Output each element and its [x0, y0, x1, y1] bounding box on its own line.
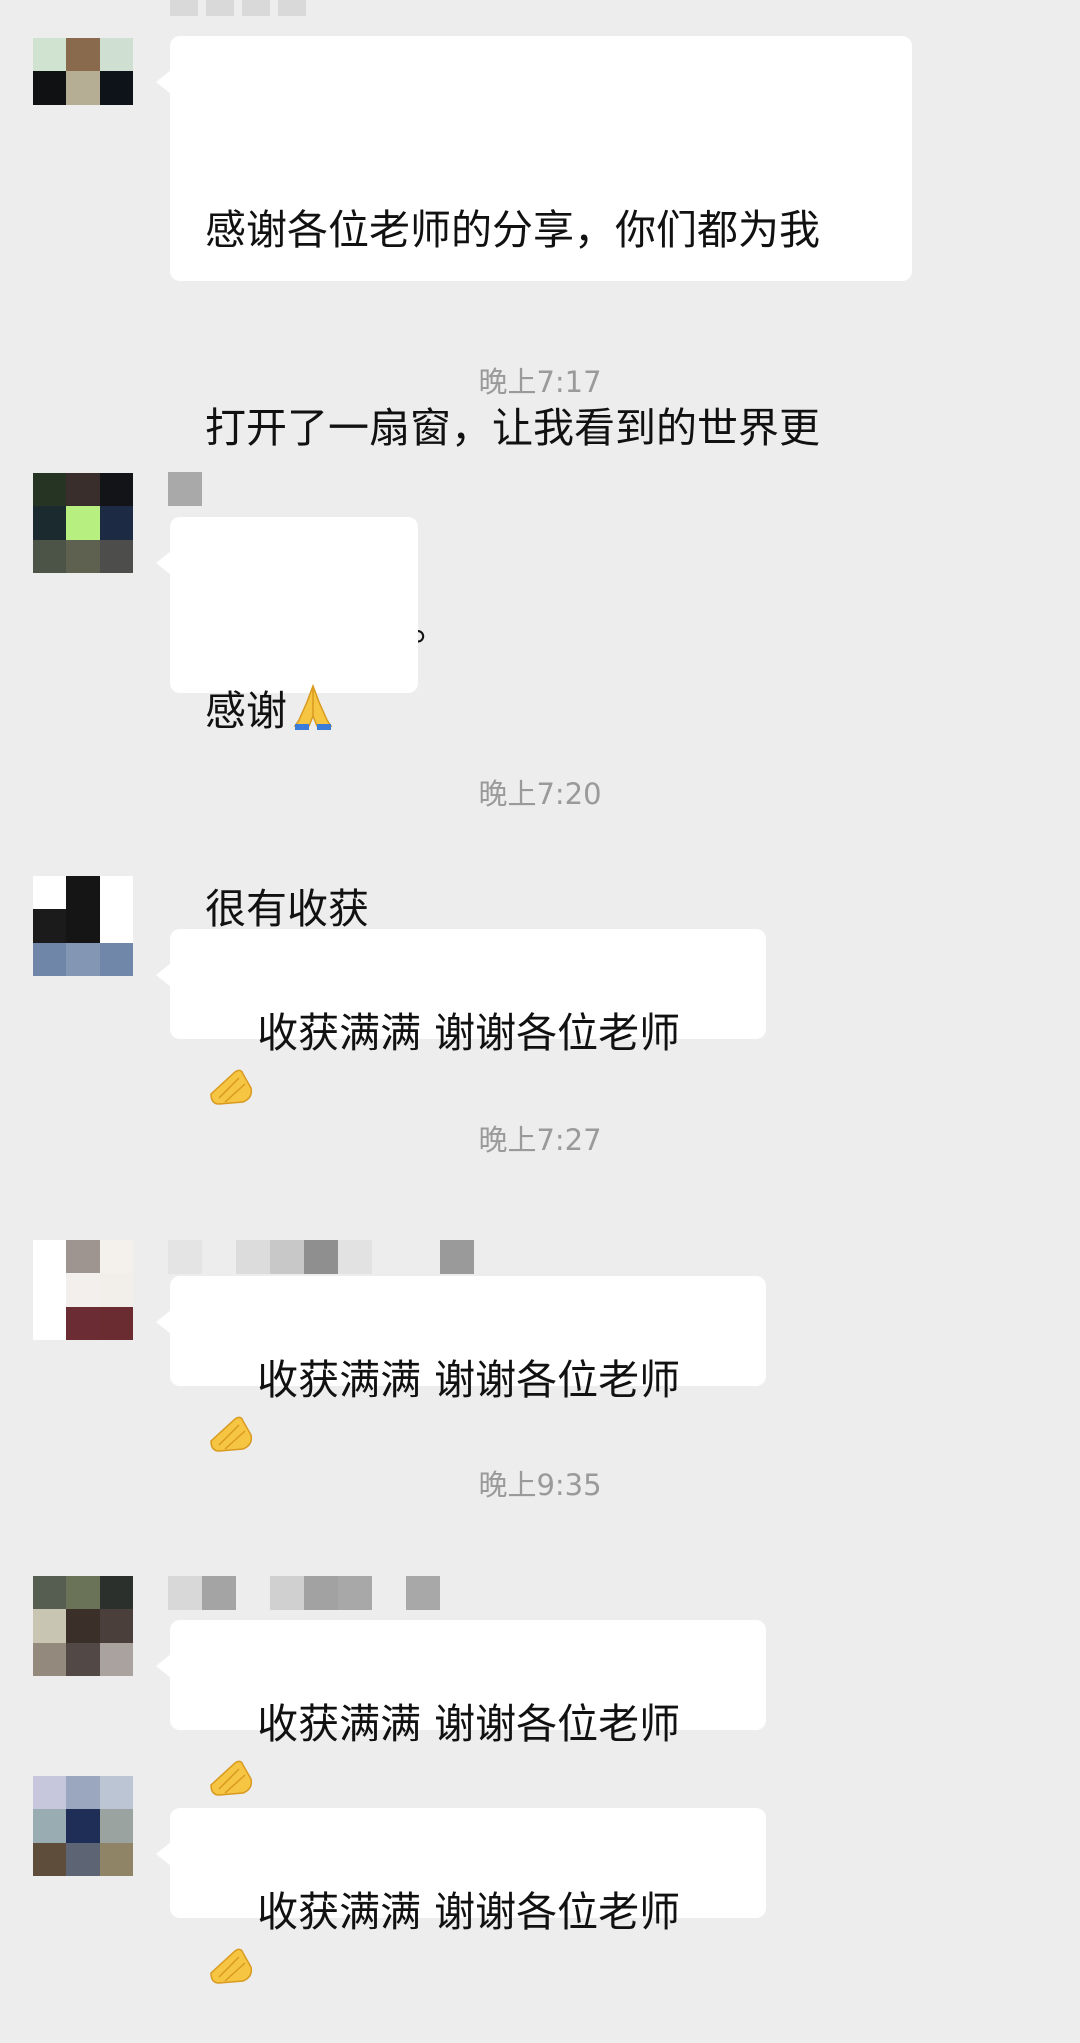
avatar[interactable]	[33, 1776, 133, 1876]
avatar[interactable]	[33, 876, 133, 976]
avatar[interactable]	[33, 1240, 133, 1340]
pray-emoji-icon	[287, 680, 339, 732]
message-bubble[interactable]: 收获满满 谢谢各位老师	[156, 1276, 766, 1452]
clap-hands-emoji-icon	[205, 1058, 257, 1110]
timestamp: 晚上7:27	[478, 1123, 602, 1157]
clap-hands-emoji-icon	[205, 1749, 257, 1801]
message-text: 收获满满 谢谢各位老师	[257, 1888, 681, 1936]
message-bubble[interactable]: 收获满满 谢谢各位老师	[156, 1808, 766, 1984]
timestamp: 晚上9:35	[478, 1468, 602, 1502]
avatar[interactable]	[33, 38, 133, 138]
message-text: 收获满满 谢谢各位老师	[257, 1009, 681, 1057]
sender-name-pixelated	[168, 1240, 474, 1274]
clap-hands-emoji-icon	[205, 1405, 257, 1457]
message-text: 感谢	[205, 687, 287, 735]
message-bubble[interactable]: 收获满满 谢谢各位老师	[156, 1620, 766, 1796]
sender-name-pixelated	[168, 472, 202, 506]
message-text: 收获满满 谢谢各位老师	[257, 1700, 681, 1748]
avatar[interactable]	[33, 473, 133, 573]
cut-off-sender-name	[170, 0, 390, 20]
message-line: 感谢	[205, 678, 382, 744]
message-bubble[interactable]: 感谢 很有收获	[156, 517, 418, 933]
clap-hands-emoji-icon	[205, 1937, 257, 1989]
chat-window: { "messages": [ {"id": "m1", "lines": ["…	[0, 0, 1080, 1984]
timestamp: 晚上7:20	[478, 777, 602, 811]
timestamp: 晚上7:17	[478, 365, 602, 399]
avatar[interactable]	[33, 1576, 133, 1676]
message-bubble[interactable]: 感谢各位老师的分享，你们都为我 打开了一扇窗，让我看到的世界更 加精彩丰富。	[156, 36, 912, 650]
message-line: 感谢各位老师的分享，你们都为我	[205, 206, 820, 254]
sender-name-pixelated	[168, 1576, 440, 1610]
message-bubble[interactable]: 收获满满 谢谢各位老师	[156, 929, 766, 1105]
message-text: 收获满满 谢谢各位老师	[257, 1356, 681, 1404]
message-line: 打开了一扇窗，让我看到的世界更	[205, 404, 820, 452]
